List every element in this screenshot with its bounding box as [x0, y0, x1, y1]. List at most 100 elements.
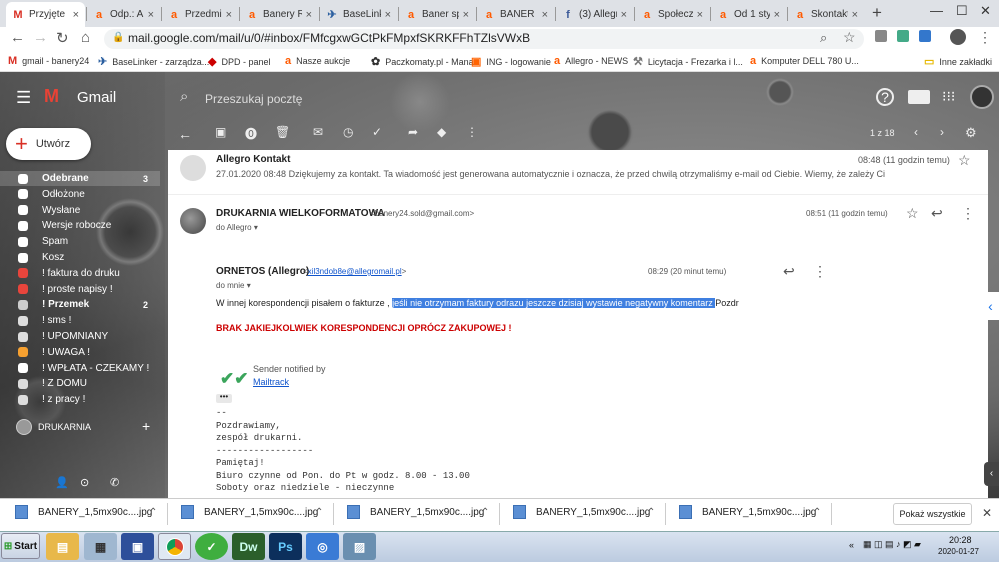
clock-time[interactable]: 20:28	[949, 535, 972, 545]
message-snippet[interactable]: 27.01.2020 08:48 Dziękujemy za kontakt. …	[216, 169, 916, 179]
search-icon[interactable]: ⌕	[180, 88, 188, 105]
close-tab-icon[interactable]: ×	[306, 9, 312, 21]
settings-icon[interactable]: ⚙	[965, 125, 977, 141]
sidebar-item[interactable]: Wysłane	[0, 203, 160, 218]
close-tab-icon[interactable]: ×	[73, 9, 79, 21]
zoom-icon[interactable]: ⌕	[820, 30, 827, 46]
chevron-up-icon[interactable]: ⌃	[149, 507, 157, 518]
close-tab-icon[interactable]: ×	[463, 9, 469, 21]
chat-icon[interactable]	[908, 90, 930, 104]
star-icon[interactable]: ☆	[906, 205, 919, 222]
chevron-up-icon[interactable]: ⌃	[481, 507, 489, 518]
close-window-icon[interactable]: ✕	[980, 3, 991, 19]
sidebar-item[interactable]: Odłożone	[0, 187, 160, 202]
bookmark-item[interactable]: ✿ Paczkomaty.pl - Mana...	[371, 55, 481, 68]
maximize-icon[interactable]: ☐	[956, 3, 968, 19]
help-icon[interactable]: ?	[876, 88, 894, 106]
image-viewer-icon[interactable]: ▨	[343, 533, 376, 560]
bookmark-item[interactable]: ◆ DPD - panel	[208, 55, 271, 68]
download-item[interactable]: BANERY_1,5mx90c....jpg ⌃	[15, 505, 157, 519]
bookmark-item[interactable]: ⚒ Licytacja - Frezarka i l...	[633, 55, 743, 68]
compose-button[interactable]: + Utwórz	[6, 128, 91, 160]
bookmark-star-icon[interactable]: ☆	[843, 29, 856, 46]
expand-panel-icon[interactable]: ‹	[984, 462, 999, 486]
mailtrack-link[interactable]: Mailtrack	[253, 377, 289, 387]
reply-icon[interactable]: ↩	[931, 205, 943, 222]
sidebar-item[interactable]: ! UPOMNIANY	[0, 329, 160, 344]
label-icon[interactable]: ◆	[437, 125, 446, 139]
tray-expand-icon[interactable]: «	[849, 540, 854, 550]
account-avatar[interactable]	[970, 85, 994, 109]
recipient-dropdown-icon[interactable]: ▾	[247, 281, 251, 290]
chevron-up-icon[interactable]: ⌃	[813, 507, 821, 518]
chevron-up-icon[interactable]: ⌃	[647, 507, 655, 518]
move-to-icon[interactable]: ➦	[408, 125, 418, 139]
hangouts-account-name[interactable]: DRUKARNIA	[38, 422, 91, 432]
bookmark-item[interactable]: a Komputer DELL 780 U...	[750, 55, 859, 67]
quoted-email-link[interactable]: xil3ndob8e@allegromail.pl	[308, 267, 402, 276]
sidebar-item[interactable]: Wersje robocze	[0, 218, 160, 233]
gmail-logo-text[interactable]: Gmail	[77, 89, 116, 106]
calculator-icon[interactable]: ▦	[84, 533, 117, 560]
back-to-inbox-icon[interactable]: ←	[178, 126, 192, 142]
sidebar-item[interactable]: Spam	[0, 234, 160, 249]
bookmark-item[interactable]: a Allegro - NEWS	[554, 55, 628, 67]
bookmark-item[interactable]: ✈ BaseLinker - zarządza...	[98, 55, 209, 68]
outlook-icon[interactable]: ◎	[306, 533, 339, 560]
show-trimmed-content-icon[interactable]: •••	[216, 393, 232, 403]
browser-tab[interactable]: M Przyjęte ×	[6, 2, 85, 27]
browser-tab[interactable]: f (3) Allegr ×	[556, 2, 633, 27]
sidebar-item[interactable]: ! faktura do druku	[0, 266, 160, 281]
report-spam-icon[interactable]: ⓿	[245, 125, 257, 142]
archive-icon[interactable]: ▣	[215, 125, 226, 139]
more-icon[interactable]: ⋮	[961, 205, 975, 222]
close-tab-icon[interactable]: ×	[385, 9, 391, 21]
phone-icon[interactable]: ✆	[110, 476, 119, 489]
extension-icon[interactable]	[919, 30, 931, 42]
close-tab-icon[interactable]: ×	[697, 9, 703, 21]
browser-tab[interactable]: a Odp.: Al ×	[87, 2, 160, 27]
sidebar-item[interactable]: Kosz	[0, 250, 160, 265]
message-sender[interactable]: Allegro Kontakt	[216, 154, 290, 165]
main-menu-icon[interactable]: ☰	[16, 88, 31, 108]
tray-icons[interactable]: ▦ ◫ ▤ ♪ ◩ ▰	[863, 539, 921, 550]
snooze-icon[interactable]: ◷	[343, 125, 353, 139]
search-input[interactable]: Przeszukaj pocztę	[205, 92, 525, 116]
clock-date[interactable]: 2020-01-27	[938, 547, 979, 556]
reload-icon[interactable]: ↻	[56, 29, 69, 47]
recipient-dropdown-icon[interactable]: ▾	[254, 223, 258, 232]
sidebar-item[interactable]: ! z pracy !	[0, 392, 160, 407]
download-item[interactable]: BANERY_1,5mx90c....jpg ⌃	[347, 505, 489, 519]
older-icon[interactable]: ›	[940, 125, 944, 139]
message-sender[interactable]: DRUKARNIA WIELKOFORMATOWA	[216, 208, 385, 219]
back-icon[interactable]: ←	[10, 29, 25, 46]
reply-icon[interactable]: ↩	[783, 263, 795, 280]
bookmark-item[interactable]: Mgmail - banery24	[8, 55, 89, 67]
bookmark-item[interactable]: ▭ Inne zakładki	[924, 55, 992, 68]
star-icon[interactable]: ☆	[958, 152, 971, 169]
close-tab-icon[interactable]: ×	[774, 9, 780, 21]
side-panel-toggle-icon[interactable]: ‹	[982, 292, 999, 320]
close-tab-icon[interactable]: ×	[148, 9, 154, 21]
profile-avatar[interactable]	[950, 29, 966, 45]
sidebar-item[interactable]: ! UWAGA !	[0, 345, 160, 360]
more-icon[interactable]: ⋮	[466, 125, 478, 139]
close-tab-icon[interactable]: ×	[852, 9, 858, 21]
browser-tab[interactable]: a Skontakt ×	[788, 2, 864, 27]
more-icon[interactable]: ⋮	[813, 263, 827, 280]
menu-icon[interactable]: ⋮	[978, 29, 992, 46]
download-item[interactable]: BANERY_1,5mx90c....jpg ⌃	[513, 505, 655, 519]
show-all-downloads-button[interactable]: Pokaż wszystkie	[893, 503, 972, 525]
forward-icon[interactable]: →	[33, 29, 48, 46]
browser-tab[interactable]: a Baner sp ×	[399, 2, 475, 27]
start-button[interactable]: ⊞ Start	[1, 533, 40, 559]
hangouts-icon[interactable]: ⊙	[80, 476, 89, 489]
close-downloads-icon[interactable]: ✕	[982, 506, 992, 520]
browser-tab[interactable]: ✈ BaseLinke ×	[320, 2, 397, 27]
sidebar-item[interactable]: ! WPŁATA - CZEKAMY !	[0, 361, 160, 376]
dreamweaver-icon[interactable]: Dw	[232, 533, 265, 560]
sidebar-item[interactable]: Odebrane 3	[0, 171, 160, 186]
apps-grid-icon[interactable]: ⁝⁝⁝	[942, 88, 955, 105]
minimize-icon[interactable]: —	[930, 3, 943, 18]
bookmark-item[interactable]: a Nasze aukcje	[285, 55, 350, 67]
